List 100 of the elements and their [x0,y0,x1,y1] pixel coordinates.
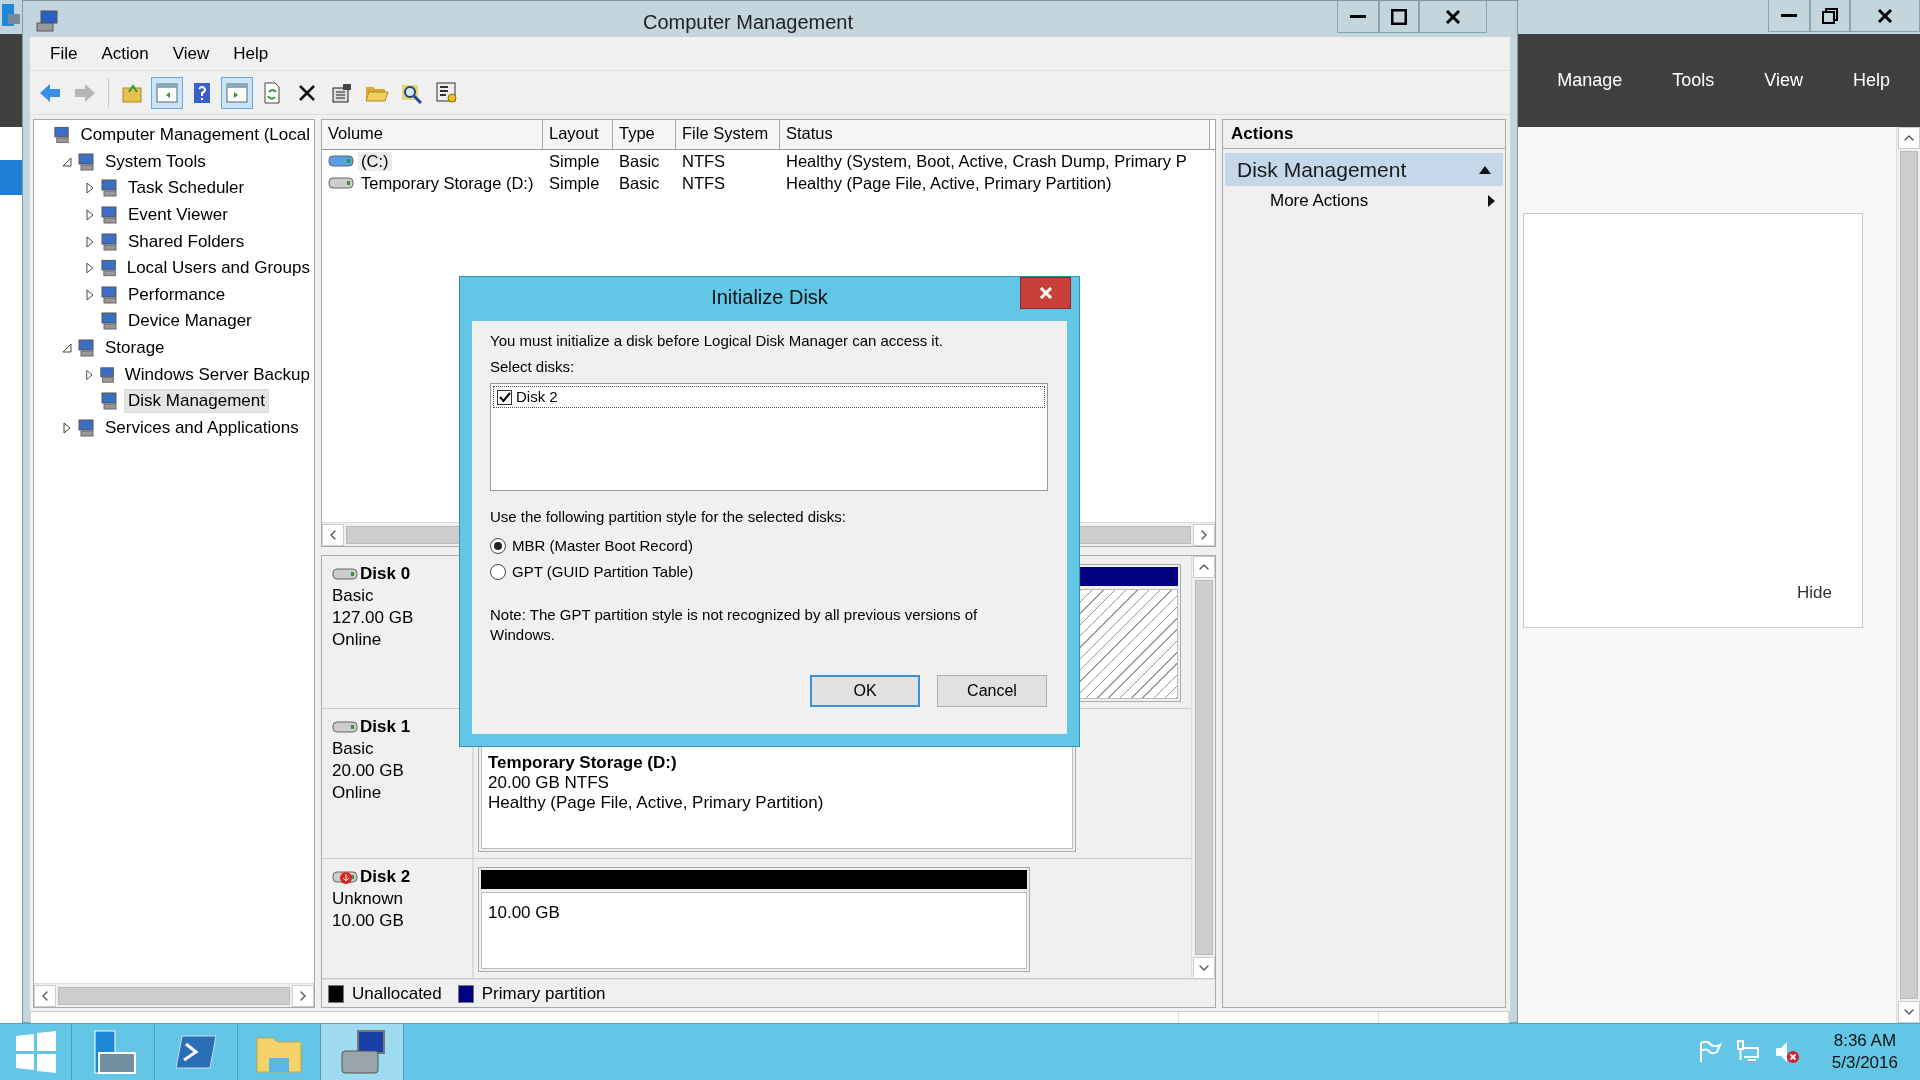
tree-item[interactable]: System Tools [101,149,210,174]
menu-item[interactable]: Manage [1557,70,1623,91]
column-header[interactable]: Layout [543,120,613,149]
menu-item[interactable]: Action [89,43,161,64]
scrollbar-thumb[interactable] [1899,151,1918,999]
legend-label: Unallocated [352,983,442,1004]
monitor-icon [98,364,117,385]
collapsed-triangle-icon[interactable] [84,182,96,195]
actions-section[interactable]: Disk Management [1225,153,1503,186]
expanded-triangle-icon[interactable] [61,342,73,355]
settings-icon [436,81,458,104]
disk-info-text: Basic [332,739,375,759]
submenu-arrow-icon [1488,195,1495,207]
tree-item[interactable]: Storage [101,336,169,361]
clock-date[interactable]: 5/3/2016 [1831,1052,1898,1074]
column-header[interactable]: Volume [322,120,543,149]
properties-icon [331,81,353,104]
table-cell[interactable]: (C:) [358,151,392,171]
collapsed-triangle-icon[interactable] [84,209,96,222]
dialog-button[interactable]: Cancel [937,675,1047,707]
monitor-icon [100,311,120,332]
disk-info-text: Online [332,783,383,803]
panel-icon [156,82,178,103]
tree-item[interactable]: Performance [124,282,230,307]
terminal-prompt-icon [174,1034,218,1070]
help-icon [193,81,211,104]
note-text: Note: The GPT partition style is not recognized by all previous versions of Windows. [490,605,979,645]
disk-name: Disk 2 [360,867,411,887]
table-cell-text: NTFS [681,151,727,171]
menu-item[interactable]: File [38,43,90,64]
table-cell-text: Basic [618,151,661,171]
monitor-icon [100,284,120,305]
disk-info-text: Basic [332,586,375,606]
minimize-button[interactable] [1337,1,1379,33]
scrollbar-thumb[interactable] [1194,580,1213,955]
monitor-icon [100,391,120,412]
disk-name: Disk 1 [360,717,411,737]
partition-text: 10.00 GB [488,903,561,923]
partition-block[interactable]: 10.00 GB [478,867,1030,972]
radio-label[interactable]: MBR (Master Boot Record) [512,536,693,556]
action-item[interactable]: More Actions [1223,186,1505,216]
minimize-button[interactable] [1768,0,1810,32]
menu-item[interactable]: View [1764,70,1803,91]
speaker-icon[interactable] [1773,1040,1800,1064]
refresh-icon [262,81,282,104]
collapsed-triangle-icon[interactable] [84,235,96,248]
scrollbar-thumb[interactable] [58,986,290,1005]
close-button[interactable] [1020,277,1071,309]
tree-item[interactable]: Device Manager [124,309,256,334]
tree-item[interactable]: Event Viewer [124,203,232,228]
radio-label[interactable]: GPT (GUID Partition Table) [512,562,694,582]
menu-item[interactable]: Tools [1672,70,1715,91]
column-header[interactable]: Status [780,120,1210,149]
minimize-icon [1350,14,1366,19]
disk-info-text: 127.00 GB [332,608,415,628]
checkbox[interactable] [497,389,512,405]
radio-button[interactable] [490,564,506,580]
tree-item[interactable]: Disk Management [124,389,269,414]
close-button[interactable] [1850,0,1920,32]
tree-item[interactable]: Windows Server Backup [120,362,314,387]
menu-item[interactable]: Help [1852,70,1890,91]
collapsed-triangle-icon[interactable] [84,288,96,301]
tree-item[interactable]: Shared Folders [124,229,249,254]
monitor-icon [99,258,119,279]
menu-item[interactable]: View [160,43,222,64]
disk-select-list[interactable]: Disk 2 [490,383,1048,491]
list-item[interactable]: Disk 2 [516,387,558,407]
tree-item[interactable]: Computer Management (Local [76,123,314,148]
maximize-button[interactable] [1379,1,1419,33]
disk-info-text: Online [332,630,383,650]
column-header[interactable]: Type [613,120,676,149]
tree-item[interactable]: Local Users and Groups [122,256,314,281]
computer-icon [35,9,59,33]
table-cell-text: Healthy (Page File, Active, Primary Partition) [785,173,1113,193]
field-label: Select disks: [490,357,576,377]
collapsed-triangle-icon[interactable] [84,368,95,381]
restore-button[interactable] [1810,0,1850,32]
table-cell-text: Basic [618,173,661,193]
radio-button[interactable] [490,538,506,554]
menu-item[interactable]: Help [221,43,281,64]
table-cell-text: Simple [548,173,601,193]
close-icon [1445,8,1461,25]
legend-label: Primary partition [481,983,606,1004]
hide-link[interactable]: Hide [1797,583,1832,603]
close-button[interactable] [1419,1,1487,33]
column-header[interactable]: File System [676,120,780,149]
table-cell[interactable]: Temporary Storage (D:) [358,173,537,193]
collapsed-triangle-icon[interactable] [84,262,96,275]
partition-title: Temporary Storage (D:) [488,753,678,773]
expanded-triangle-icon[interactable] [61,155,73,168]
tree-item[interactable]: Task Scheduler [124,176,249,201]
clock-time[interactable]: 8:36 AM [1833,1030,1897,1052]
collapsed-triangle-icon[interactable] [61,421,73,434]
taskbar-app-button[interactable] [321,1024,404,1080]
dialog-button[interactable]: OK [810,675,920,707]
tree-item[interactable]: Services and Applications [101,415,303,440]
monitor-icon [100,205,120,226]
section-title: Disk Management [1237,157,1407,182]
monitor-icon [77,338,97,359]
monitor-icon [100,178,120,199]
